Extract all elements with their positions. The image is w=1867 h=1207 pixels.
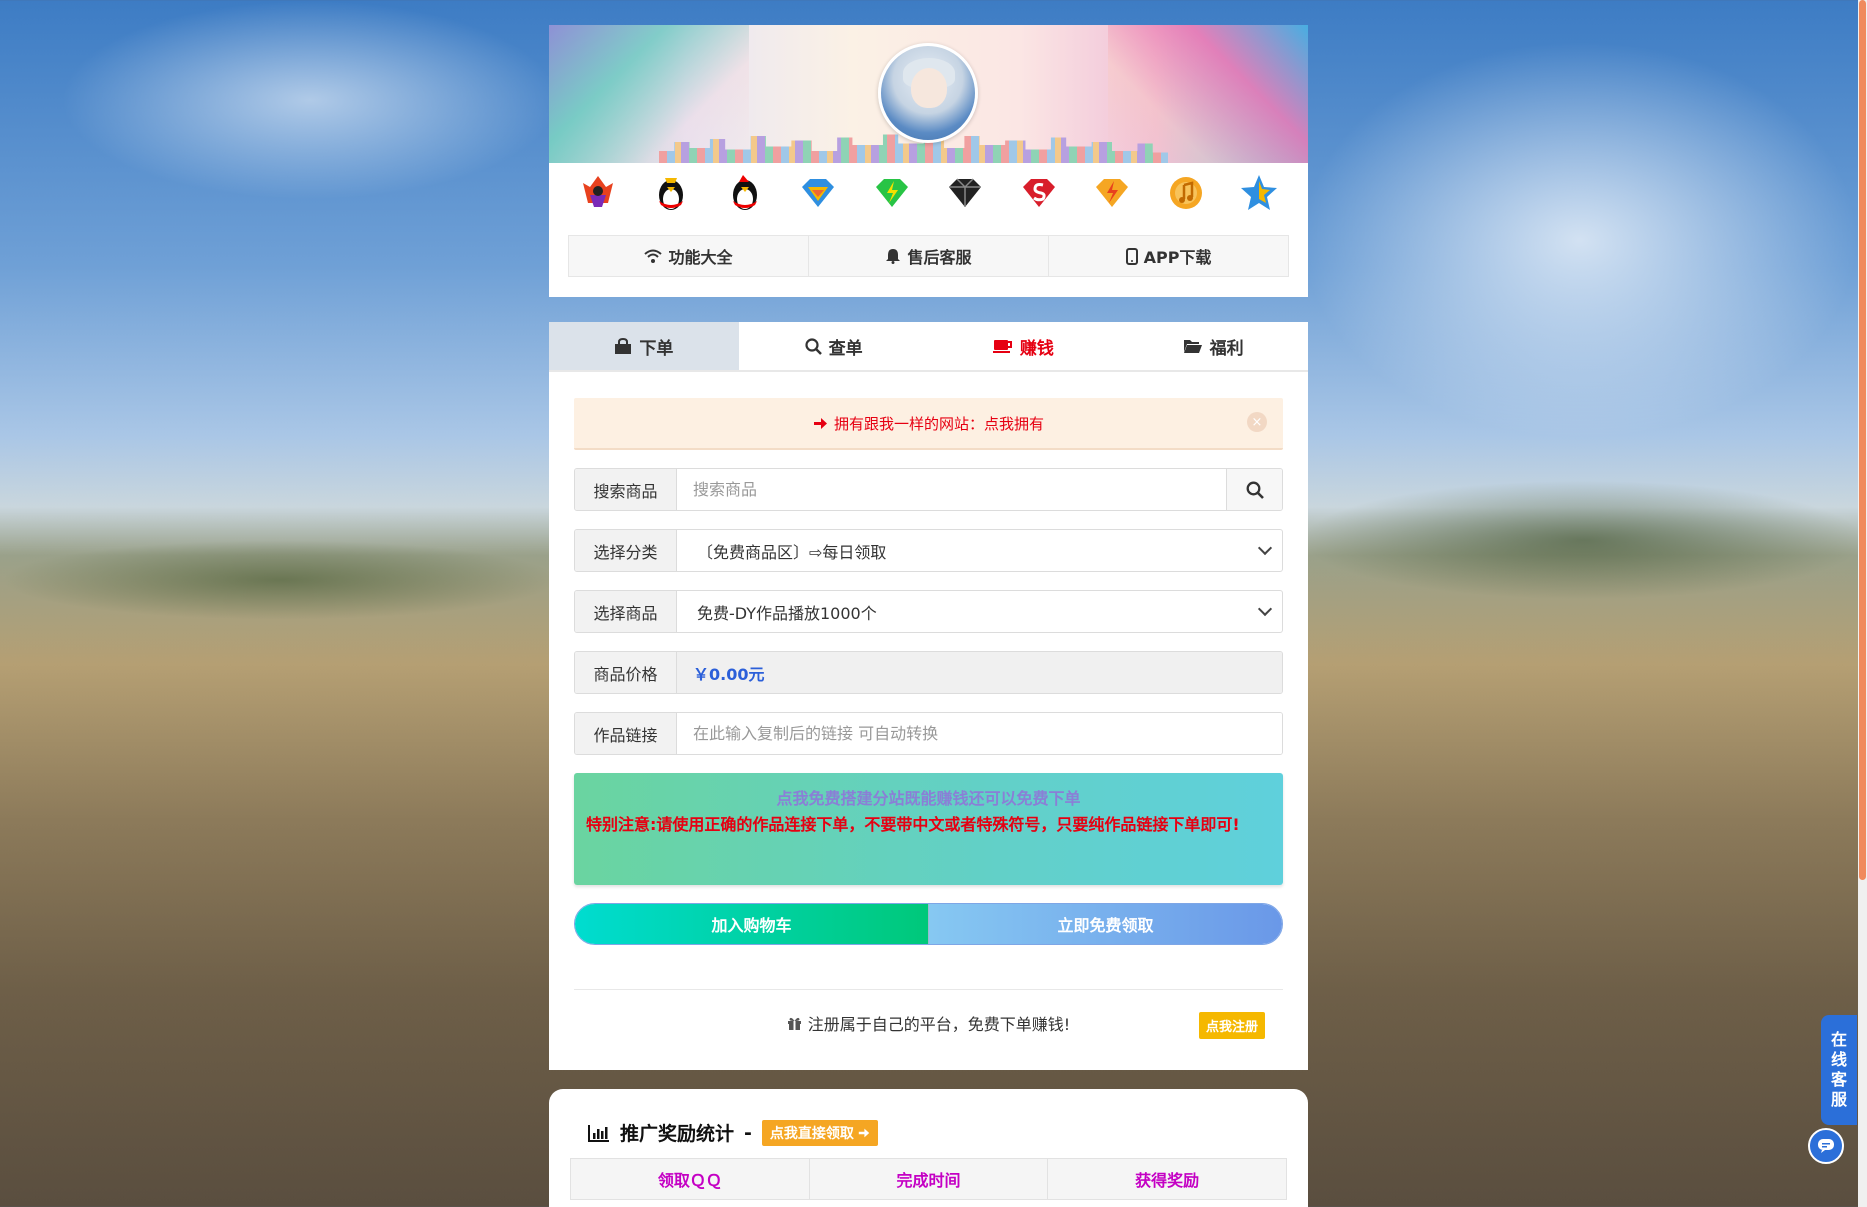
mobile-icon — [1125, 247, 1138, 265]
stats-title-row: 推广奖励统计 - 点我直接领取 — [570, 1119, 1287, 1146]
category-label: 选择分类 — [575, 530, 677, 571]
register-row: 注册属于自己的平台，免费下单赚钱! 点我注册 — [574, 990, 1283, 1056]
bell-icon — [886, 249, 901, 264]
tab-earn[interactable]: 赚钱 — [929, 322, 1119, 370]
music-disc-icon[interactable] — [1166, 173, 1206, 213]
qq-penguin-red-icon[interactable] — [725, 173, 765, 213]
arrow-right-icon — [813, 417, 827, 429]
shopping-bag-icon — [615, 337, 632, 354]
category-select[interactable]: 〔免费商品区〕⇨每日领取 — [677, 530, 1282, 571]
search-button[interactable] — [1226, 469, 1282, 510]
search-row: 搜索商品 — [574, 468, 1283, 511]
chat-icon — [1818, 1139, 1834, 1153]
close-icon[interactable]: × — [1247, 412, 1267, 432]
header-nav: 功能大全 售后客服 APP下载 — [568, 235, 1289, 277]
super-vip-diamond-icon[interactable] — [798, 173, 838, 213]
tab-order[interactable]: 下单 — [549, 322, 739, 370]
features-button[interactable]: 功能大全 — [569, 236, 809, 276]
product-select[interactable]: 免费-DY作品播放1000个 — [677, 591, 1282, 632]
search-label: 搜索商品 — [575, 469, 677, 510]
product-label: 选择商品 — [575, 591, 677, 632]
promo-alert-text: 拥有跟我一样的网站：点我拥有 — [833, 414, 1044, 433]
order-card: 下单 查单 赚钱 福利 拥有跟我一样的网站：点我拥有 × 搜索商品 搜索商品 选… — [549, 322, 1308, 1070]
price-row: 商品价格 ￥0.00元 — [574, 651, 1283, 694]
qq-vip-crown-icon[interactable] — [578, 173, 618, 213]
qq-penguin-icon[interactable] — [651, 173, 691, 213]
tab-query[interactable]: 查单 — [739, 322, 929, 370]
notice-box: 点我免费搭建分站既能赚钱还可以免费下单 特别注意:请使用正确的作品连接下单，不要… — [574, 773, 1283, 885]
promotion-stats-card: 推广奖励统计 - 点我直接领取 领取ＱＱ 完成时间 获得奖励 — [549, 1089, 1308, 1207]
category-value: 〔免费商品区〕⇨每日领取 — [697, 542, 887, 562]
search-input[interactable] — [677, 469, 1226, 510]
coffee-icon — [992, 340, 1012, 353]
link-row: 作品链接 — [574, 712, 1283, 755]
service-char: 服 — [1830, 1090, 1847, 1109]
claim-directly-label: 点我直接领取 — [769, 1125, 854, 1142]
stats-title-dash: - — [744, 1121, 752, 1144]
bar-chart-icon — [588, 1124, 609, 1142]
header-card: 功能大全 售后客服 APP下载 — [549, 25, 1308, 297]
promo-alert[interactable]: 拥有跟我一样的网站：点我拥有 × — [574, 398, 1283, 450]
service-char: 客 — [1830, 1070, 1847, 1089]
price-field: ￥0.00元 — [677, 652, 1282, 693]
tab-bar: 下单 查单 赚钱 福利 — [549, 322, 1308, 372]
add-to-cart-button[interactable]: 加入购物车 — [575, 904, 929, 944]
arrow-right-icon — [858, 1128, 870, 1137]
black-diamond-icon[interactable] — [945, 173, 985, 213]
product-value: 免费-DY作品播放1000个 — [697, 603, 877, 623]
register-text: 注册属于自己的平台，免费下单赚钱! — [807, 1015, 1071, 1034]
gift-icon — [787, 1017, 801, 1030]
service-char: 在 — [1830, 1030, 1847, 1049]
features-label: 功能大全 — [668, 248, 733, 267]
stats-table-header: 领取ＱＱ 完成时间 获得奖励 — [570, 1158, 1287, 1200]
stats-title: 推广奖励统计 — [620, 1123, 735, 1145]
notice-warning: 特别注意:请使用正确的作品连接下单，不要带中文或者特殊符号，只要纯作品链接下单即… — [586, 815, 1240, 834]
column-time: 完成时间 — [810, 1159, 1049, 1199]
product-row: 选择商品 免费-DY作品播放1000个 — [574, 590, 1283, 633]
wifi-icon — [644, 249, 663, 263]
tab-order-label: 下单 — [639, 338, 674, 359]
column-qq: 领取ＱＱ — [571, 1159, 810, 1199]
order-form: 拥有跟我一样的网站：点我拥有 × 搜索商品 选择分类 〔免费商品区〕⇨每日领取 … — [549, 372, 1308, 1056]
action-buttons: 加入购物车 立即免费领取 — [574, 903, 1283, 945]
category-row: 选择分类 〔免费商品区〕⇨每日领取 — [574, 529, 1283, 572]
work-link-input[interactable] — [677, 713, 1282, 754]
chat-bubble-button[interactable] — [1808, 1128, 1844, 1164]
support-label: 售后客服 — [907, 248, 972, 267]
green-diamond-icon[interactable] — [872, 173, 912, 213]
folder-open-icon — [1183, 340, 1202, 353]
search-icon — [805, 337, 822, 355]
service-char: 线 — [1830, 1050, 1847, 1069]
scrollbar-thumb[interactable] — [1859, 0, 1866, 880]
badge-icon-row — [549, 163, 1308, 223]
price-value: ￥0.00元 — [693, 664, 765, 684]
register-button[interactable]: 点我注册 — [1198, 1012, 1265, 1039]
tab-welfare[interactable]: 福利 — [1118, 322, 1308, 370]
support-button[interactable]: 售后客服 — [809, 236, 1049, 276]
price-label: 商品价格 — [575, 652, 677, 693]
tab-welfare-label: 福利 — [1209, 338, 1244, 359]
link-label: 作品链接 — [575, 713, 677, 754]
tab-query-label: 查单 — [828, 338, 863, 359]
free-substation-link[interactable]: 点我免费搭建分站既能赚钱还可以免费下单 — [586, 785, 1271, 809]
claim-free-button[interactable]: 立即免费领取 — [929, 904, 1282, 944]
app-download-label: APP下载 — [1143, 248, 1212, 267]
search-icon — [1246, 481, 1264, 499]
claim-directly-button[interactable]: 点我直接领取 — [761, 1119, 878, 1146]
header-banner — [549, 25, 1308, 163]
tab-earn-label: 赚钱 — [1019, 338, 1054, 359]
scrollbar[interactable] — [1858, 0, 1867, 1207]
avatar[interactable] — [878, 43, 978, 143]
online-service-button[interactable]: 在 线 客 服 — [1821, 1015, 1857, 1125]
red-diamond-icon[interactable] — [1019, 173, 1059, 213]
chevron-down-icon — [1257, 601, 1273, 617]
column-reward: 获得奖励 — [1135, 1171, 1200, 1190]
chevron-down-icon — [1257, 540, 1273, 556]
blue-star-icon[interactable] — [1239, 173, 1279, 213]
app-download-button[interactable]: APP下载 — [1049, 236, 1288, 276]
yellow-diamond-icon[interactable] — [1092, 173, 1132, 213]
